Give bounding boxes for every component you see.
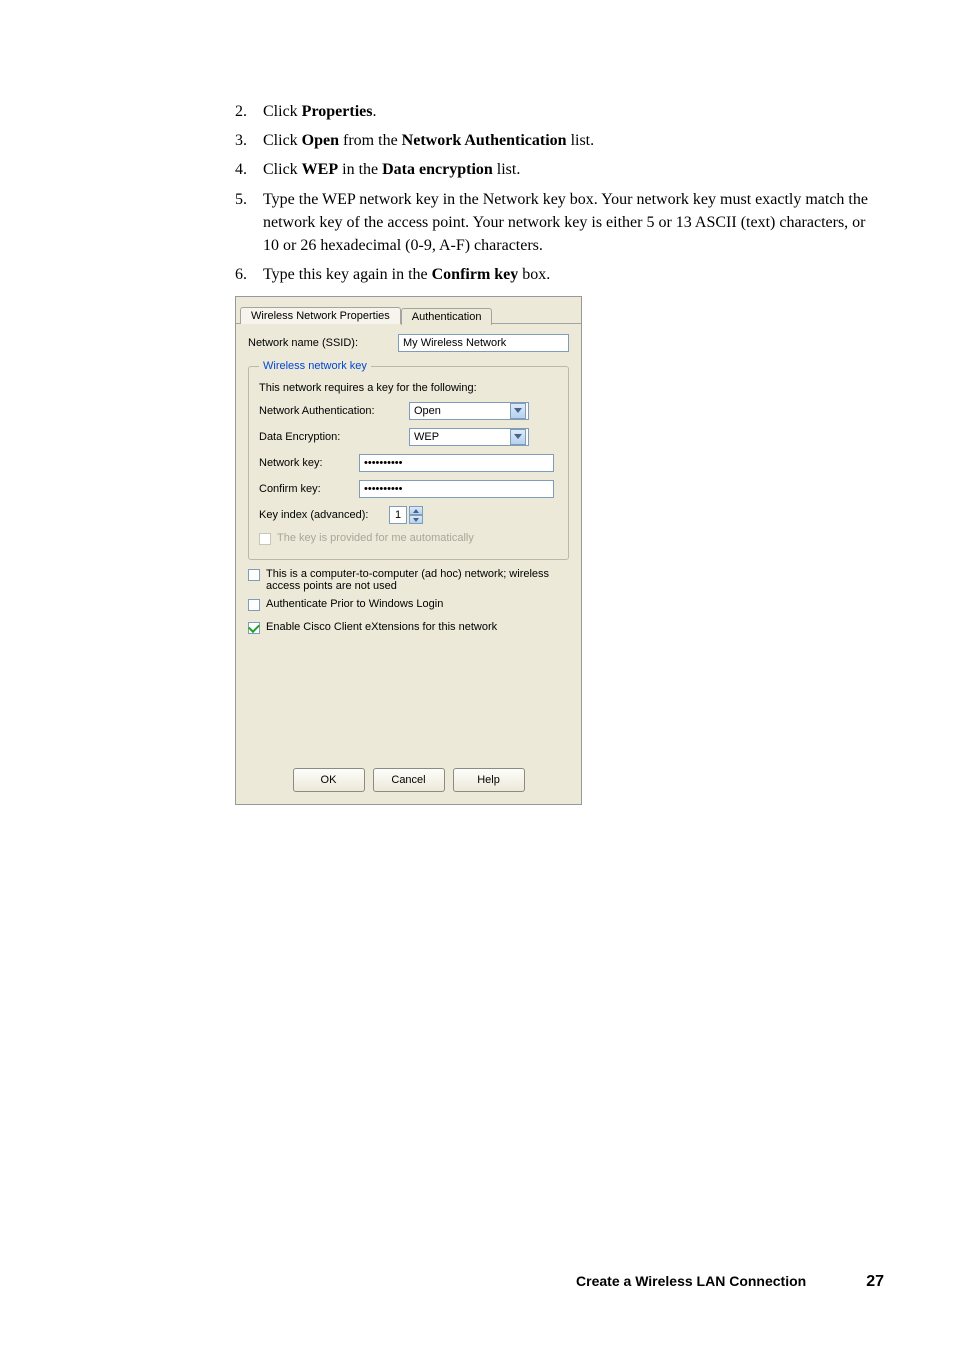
enc-select-value: WEP <box>414 431 439 443</box>
footer-page-number: 27 <box>866 1273 884 1291</box>
instruction-step: 4.Click WEP in the Data encryption list. <box>235 158 884 181</box>
step-number: 3. <box>235 129 247 152</box>
network-key-label: Network key: <box>259 457 359 469</box>
auth-select-value: Open <box>414 405 441 417</box>
help-button[interactable]: Help <box>453 768 525 792</box>
group-legend: Wireless network key <box>259 360 371 372</box>
auth-select[interactable]: Open <box>409 402 529 420</box>
adhoc-checkbox[interactable] <box>248 569 260 581</box>
network-key-row: Network key: <box>259 454 558 472</box>
enc-label: Data Encryption: <box>259 431 409 443</box>
instruction-step: 2.Click Properties. <box>235 100 884 123</box>
confirm-key-input[interactable] <box>359 480 554 498</box>
step-bold-term: Confirm key <box>432 266 519 283</box>
instruction-step: 3.Click Open from the Network Authentica… <box>235 129 884 152</box>
confirm-key-label: Confirm key: <box>259 483 359 495</box>
step-number: 5. <box>235 188 247 211</box>
tab-wireless-network-properties[interactable]: Wireless Network Properties <box>240 307 401 324</box>
key-index-row: Key index (advanced): 1 <box>259 506 558 524</box>
auto-key-row: The key is provided for me automatically <box>259 532 558 545</box>
group-note: This network requires a key for the foll… <box>259 382 558 394</box>
step-bold-term: Properties <box>302 103 373 120</box>
adhoc-row: This is a computer-to-computer (ad hoc) … <box>248 568 569 592</box>
ssid-input[interactable] <box>398 334 569 352</box>
adhoc-label: This is a computer-to-computer (ad hoc) … <box>266 568 569 592</box>
step-number: 2. <box>235 100 247 123</box>
wireless-key-group: Wireless network key This network requir… <box>248 360 569 560</box>
instruction-list: 2.Click Properties. 3.Click Open from the… <box>235 100 884 286</box>
instruction-step: 6.Type this key again in the Confirm key… <box>235 263 884 286</box>
key-index-value: 1 <box>389 506 407 524</box>
auto-key-checkbox <box>259 533 271 545</box>
wireless-properties-dialog: Wireless Network Properties Authenticati… <box>235 296 582 805</box>
enc-row: Data Encryption: WEP <box>259 428 558 446</box>
enc-select[interactable]: WEP <box>409 428 529 446</box>
instruction-step: 5.Type the WEP network key in the Networ… <box>235 188 884 258</box>
chevron-down-icon <box>510 429 526 445</box>
dialog-tabbar: Wireless Network Properties Authenticati… <box>236 297 581 324</box>
chevron-down-icon <box>510 403 526 419</box>
footer-title: Create a Wireless LAN Connection <box>576 1273 806 1289</box>
spinner-down-icon[interactable] <box>409 515 423 524</box>
cisco-label: Enable Cisco Client eXtensions for this … <box>266 621 497 633</box>
auth-label: Network Authentication: <box>259 405 409 417</box>
step-bold-term: Open <box>302 132 339 149</box>
prior-login-checkbox[interactable] <box>248 599 260 611</box>
key-index-spinner[interactable]: 1 <box>389 506 423 524</box>
cisco-row: Enable Cisco Client eXtensions for this … <box>248 621 569 634</box>
ok-button[interactable]: OK <box>293 768 365 792</box>
spinner-up-icon[interactable] <box>409 506 423 515</box>
auth-row: Network Authentication: Open <box>259 402 558 420</box>
step-number: 4. <box>235 158 247 181</box>
step-bold-term: Network Authentication <box>402 132 567 149</box>
prior-login-label: Authenticate Prior to Windows Login <box>266 598 443 610</box>
tab-authentication[interactable]: Authentication <box>401 308 493 325</box>
confirm-key-row: Confirm key: <box>259 480 558 498</box>
network-key-input[interactable] <box>359 454 554 472</box>
step-number: 6. <box>235 263 247 286</box>
ssid-row: Network name (SSID): <box>248 334 569 352</box>
auto-key-label: The key is provided for me automatically <box>277 532 474 544</box>
page-footer: Create a Wireless LAN Connection 27 <box>576 1273 884 1291</box>
ssid-label: Network name (SSID): <box>248 337 398 349</box>
dialog-footer: OK Cancel Help <box>236 758 581 804</box>
step-bold-term: Data encryption <box>382 161 493 178</box>
cancel-button[interactable]: Cancel <box>373 768 445 792</box>
step-bold-term: WEP <box>302 161 338 178</box>
cisco-checkbox[interactable] <box>248 622 260 634</box>
key-index-label: Key index (advanced): <box>259 509 389 521</box>
prior-login-row: Authenticate Prior to Windows Login <box>248 598 569 611</box>
